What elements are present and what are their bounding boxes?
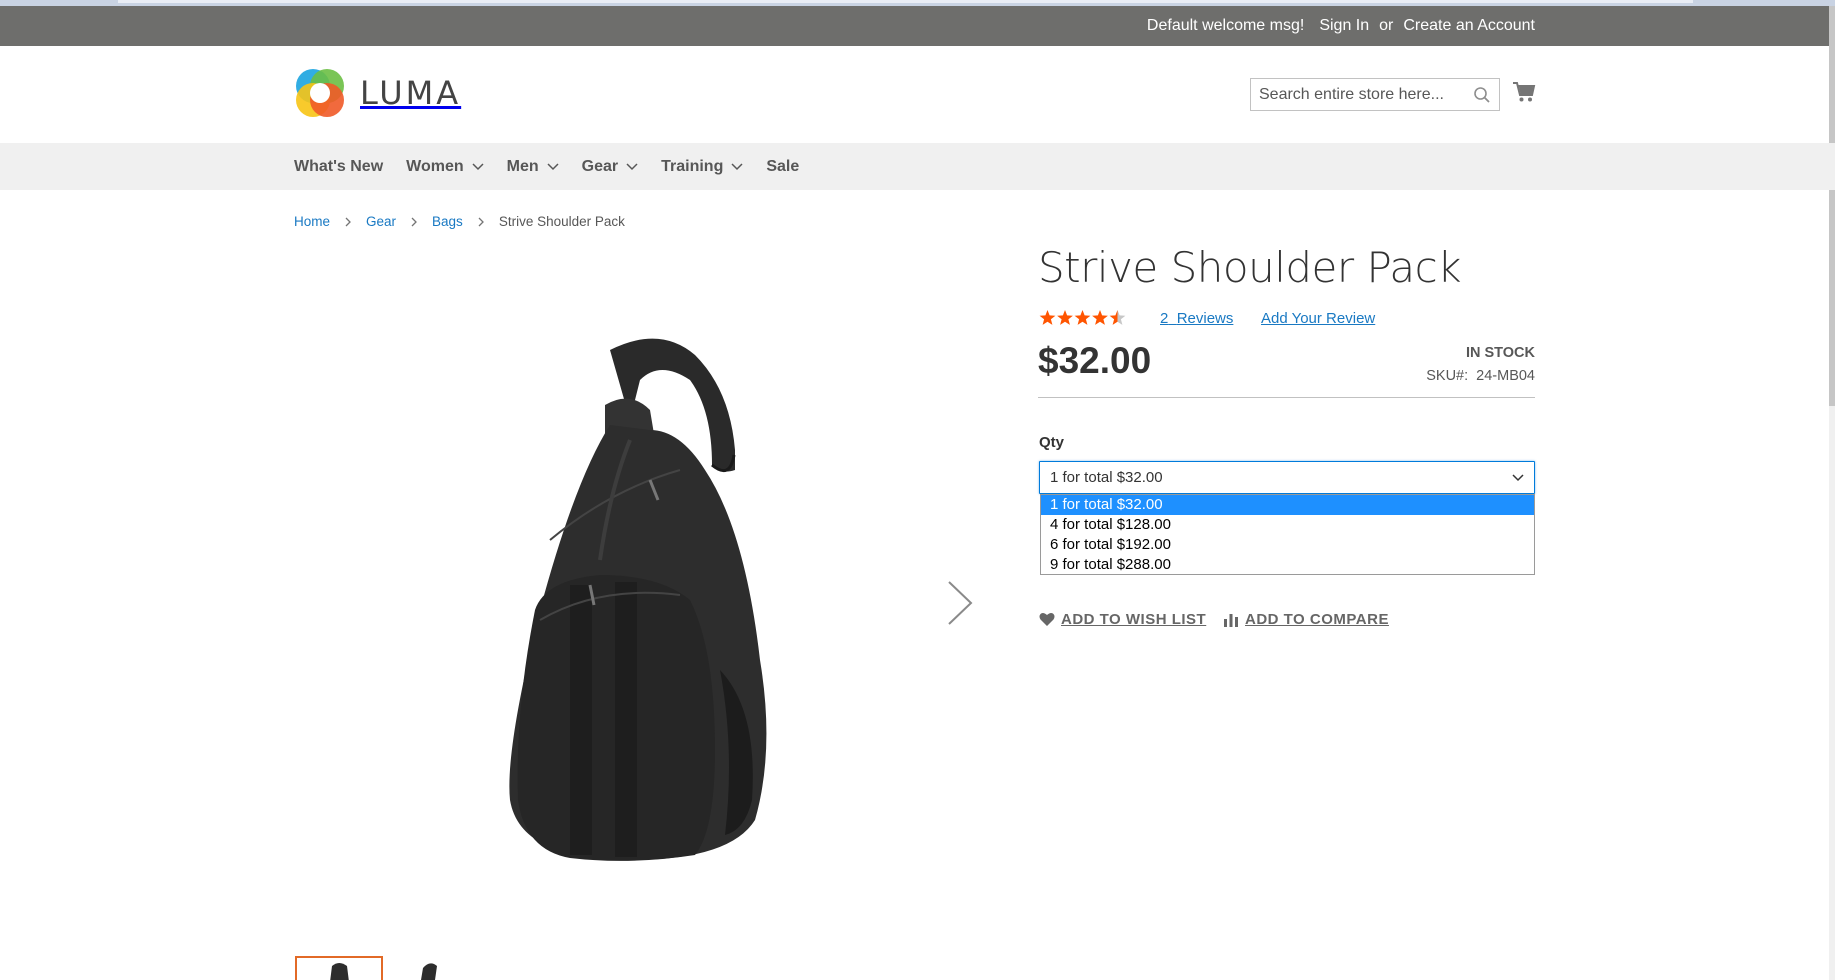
reviews-link[interactable]: 2 Reviews	[1160, 310, 1233, 327]
breadcrumb-gear[interactable]: Gear	[366, 214, 396, 229]
nav-item-women[interactable]: Women	[406, 157, 484, 176]
breadcrumb-bags[interactable]: Bags	[432, 214, 463, 229]
bar-chart-icon	[1224, 614, 1238, 627]
star-icon	[1057, 310, 1073, 325]
luma-logo-icon	[295, 68, 345, 118]
chevron-down-icon	[1512, 474, 1524, 482]
reviews-count: 2	[1160, 310, 1169, 327]
chevron-right-icon	[411, 217, 417, 226]
breadcrumb-home[interactable]: Home	[294, 214, 330, 229]
product-price: $32.00	[1038, 340, 1152, 381]
qty-dropdown-options: 1 for total $32.00 4 for total $128.00 6…	[1040, 494, 1535, 575]
chevron-down-icon	[472, 162, 484, 170]
header-content: LUMA	[0, 46, 1835, 143]
gallery-thumbnail-2[interactable]	[405, 958, 455, 980]
star-icon	[1092, 310, 1108, 325]
add-to-compare-button[interactable]: ADD TO COMPARE	[1224, 611, 1389, 628]
main-navigation: What's New Women Men Gear Training Sale	[0, 143, 1835, 190]
nav-item-label: Women	[406, 157, 464, 175]
compare-label: ADD TO COMPARE	[1245, 611, 1389, 628]
nav-item-label: What's New	[294, 157, 384, 175]
chevron-down-icon	[547, 162, 559, 170]
gallery-thumbnail-1[interactable]	[295, 956, 383, 980]
sign-in-link[interactable]: Sign In	[1319, 17, 1369, 35]
heart-icon	[1039, 613, 1055, 626]
star-icon	[1074, 310, 1091, 325]
sku-value: 24-MB04	[1476, 368, 1535, 384]
nav-item-label: Gear	[581, 157, 619, 175]
nav-item-men[interactable]: Men	[507, 158, 559, 176]
search-input[interactable]	[1251, 79, 1461, 110]
nav-item-gear[interactable]: Gear	[582, 158, 638, 176]
breadcrumb-current: Strive Shoulder Pack	[498, 214, 625, 229]
nav-item-sale[interactable]: Sale	[766, 158, 799, 176]
create-account-link[interactable]: Create an Account	[1403, 17, 1535, 35]
nav-item-whats-new[interactable]: What's New	[294, 158, 383, 176]
search-icon[interactable]	[1473, 86, 1491, 104]
nav-item-label: Training	[661, 157, 724, 175]
add-review-link[interactable]: Add Your Review	[1261, 310, 1375, 327]
add-to-wishlist-button[interactable]: ADD TO WISH LIST	[1039, 611, 1206, 628]
product-sku: SKU#: 24-MB04	[1426, 368, 1535, 384]
product-main-image[interactable]	[490, 330, 800, 870]
qty-label: Qty	[1039, 434, 1065, 451]
breadcrumb: Home Gear Bags Strive Shoulder Pack	[294, 214, 625, 229]
or-text: or	[1379, 17, 1394, 34]
cart-icon[interactable]	[1512, 80, 1536, 104]
qty-select[interactable]: 1 for total $32.00	[1039, 461, 1535, 494]
nav-item-training[interactable]: Training	[661, 158, 743, 176]
logo-link[interactable]: LUMA	[295, 68, 461, 118]
qty-option[interactable]: 1 for total $32.00	[1041, 495, 1534, 515]
reviews-label: Reviews	[1176, 310, 1234, 327]
price-divider	[1038, 397, 1535, 398]
qty-option[interactable]: 9 for total $288.00	[1041, 555, 1534, 575]
qty-option[interactable]: 4 for total $128.00	[1041, 515, 1534, 535]
half-star-icon	[1109, 310, 1126, 325]
stock-status: IN STOCK	[1465, 345, 1535, 361]
chevron-down-icon	[626, 162, 638, 170]
star-icon	[1039, 310, 1056, 325]
nav-item-label: Men	[506, 157, 539, 175]
rating-stars	[1039, 309, 1127, 329]
sku-label: SKU#:	[1426, 368, 1469, 384]
product-title: Strive Shoulder Pack	[1038, 243, 1462, 292]
qty-selected-value: 1 for total $32.00	[1050, 469, 1163, 486]
logo-text: LUMA	[360, 74, 462, 112]
search-box	[1250, 78, 1500, 111]
chevron-down-icon	[731, 162, 743, 170]
qty-option[interactable]: 6 for total $192.00	[1041, 535, 1534, 555]
chevron-right-icon	[478, 217, 484, 226]
welcome-message: Default welcome msg!	[1146, 17, 1305, 34]
chevron-right-icon	[345, 217, 351, 226]
panel-header: Default welcome msg! Sign In or Create a…	[0, 6, 1835, 46]
gallery-next-arrow-icon[interactable]	[945, 580, 975, 626]
header-links: Default welcome msg! Sign In or Create a…	[1147, 6, 1535, 46]
nav-item-label: Sale	[766, 157, 800, 175]
wishlist-label: ADD TO WISH LIST	[1061, 611, 1207, 628]
browser-strip-inner	[118, 0, 1693, 3]
